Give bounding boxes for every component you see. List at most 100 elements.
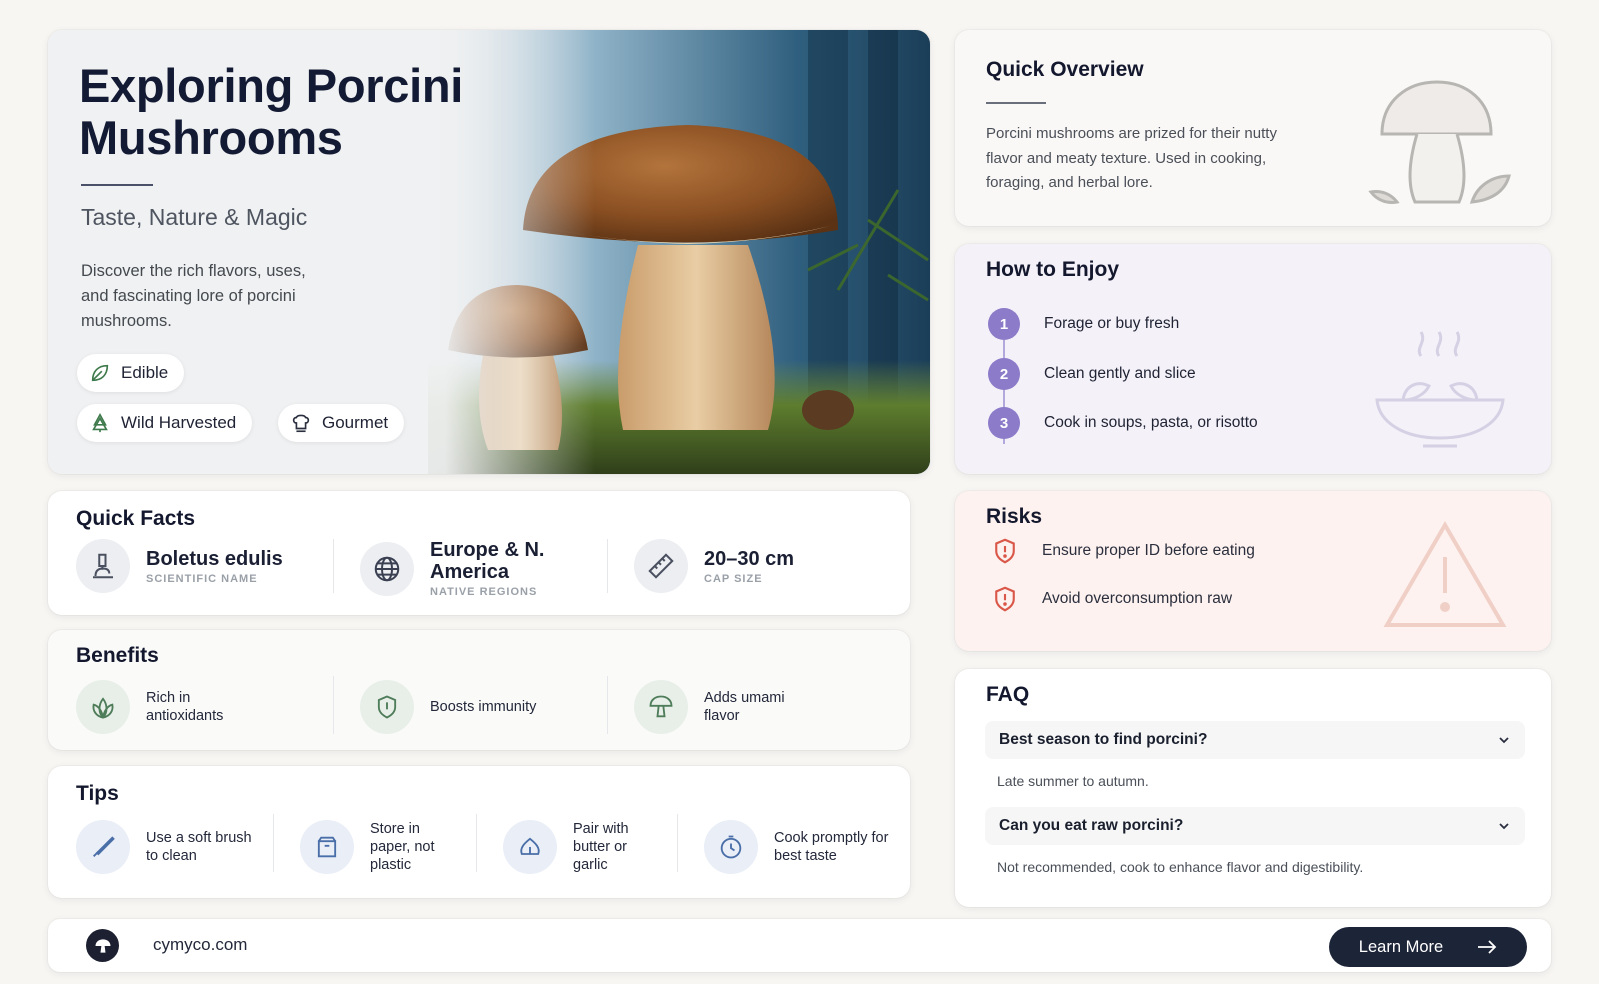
how-to-enjoy-card: How to Enjoy 1 Forage or buy fresh 2 Cle… — [955, 244, 1551, 474]
how-to-enjoy-title: How to Enjoy — [986, 258, 1119, 281]
tip-item: Cook promptly for best taste — [704, 820, 904, 874]
faq-answer: Late summer to autumn. — [997, 773, 1149, 789]
tips-card: Tips Use a soft brush to clean Store in … — [48, 766, 910, 898]
tip-label: Store in paper, not plastic — [370, 821, 435, 873]
benefits-title: Benefits — [76, 644, 159, 667]
risk-label: Avoid overconsumption raw — [1042, 590, 1233, 607]
step-label: Clean gently and slice — [1044, 365, 1196, 382]
quick-overview-card: Quick Overview Porcini mushrooms are pri… — [955, 30, 1551, 226]
fact-native-regions: Europe & N. America NATIVE REGIONS — [360, 539, 560, 598]
step-item: 2 Clean gently and slice — [988, 358, 1196, 390]
warning-shield-icon — [995, 586, 1015, 612]
tip-label: Cook promptly for best taste — [774, 830, 889, 864]
tag-label: Edible — [121, 363, 169, 382]
leaves-icon — [92, 697, 114, 719]
risks-card: Risks Ensure proper ID before eating Avo… — [955, 491, 1551, 651]
divider — [333, 676, 334, 734]
benefit-label: Adds umami flavor — [704, 690, 785, 724]
risk-item: Ensure proper ID before eating — [990, 536, 1255, 566]
faq-question-label: Best season to find porcini? — [999, 731, 1208, 748]
fact-label: NATIVE REGIONS — [430, 586, 538, 598]
quick-overview-title: Quick Overview — [986, 58, 1144, 81]
faq-question-raw[interactable]: Can you eat raw porcini? — [985, 807, 1525, 845]
garlic-icon — [520, 837, 540, 855]
step-number: 2 — [988, 358, 1020, 390]
fact-cap-size: 20–30 cm CAP SIZE — [634, 539, 794, 593]
microscope-icon — [93, 553, 113, 579]
leaf-icon — [91, 364, 109, 382]
benefit-item: Rich in antioxidants — [76, 680, 266, 734]
shield-icon — [377, 695, 397, 719]
page-title: Exploring Porcini Mushrooms — [79, 59, 464, 164]
step-label: Forage or buy fresh — [1044, 315, 1180, 332]
step-item: 1 Forage or buy fresh — [988, 308, 1179, 340]
faq-answer: Not recommended, cook to enhance flavor … — [997, 859, 1364, 875]
learn-more-button[interactable]: Learn More — [1329, 927, 1527, 967]
risks-title: Risks — [986, 505, 1043, 528]
chevron-down-icon — [1499, 737, 1509, 744]
benefit-label: Rich in antioxidants — [146, 690, 224, 724]
warning-triangle-icon — [1383, 521, 1507, 627]
fact-value: Boletus edulis — [146, 547, 283, 570]
tag-wild-harvested[interactable]: Wild Harvested — [77, 404, 253, 442]
footer-bar: cymyco.com Learn More — [48, 919, 1551, 972]
fact-scientific-name: Boletus edulis SCIENTIFIC NAME — [76, 539, 283, 593]
site-logo[interactable] — [86, 929, 119, 962]
faq-question-season[interactable]: Best season to find porcini? — [985, 721, 1525, 759]
step-number: 1 — [988, 308, 1020, 340]
step-item: 3 Cook in soups, pasta, or risotto — [988, 407, 1258, 439]
risk-label: Ensure proper ID before eating — [1042, 542, 1255, 559]
faq-title: FAQ — [986, 683, 1030, 706]
mushroom-icon — [1368, 80, 1511, 204]
arrow-right-icon — [1478, 940, 1497, 954]
paper-bag-icon — [317, 836, 337, 858]
tip-item: Use a soft brush to clean — [76, 820, 266, 874]
tag-gourmet[interactable]: Gourmet — [278, 404, 405, 442]
tag-label: Wild Harvested — [121, 413, 237, 432]
soup-bowl-icon — [1375, 331, 1505, 448]
hero-description: Discover the rich flavors, uses, and fas… — [81, 262, 306, 330]
step-number: 3 — [988, 407, 1020, 439]
fact-value: Europe & N. America — [430, 539, 545, 583]
tips-title: Tips — [76, 782, 119, 805]
overview-text: Porcini mushrooms are prized for their n… — [986, 125, 1277, 191]
benefits-card: Benefits Rich in antioxidants Boosts imm… — [48, 630, 910, 750]
warning-shield-icon — [995, 538, 1015, 564]
faq-card: FAQ Best season to find porcini? Late su… — [955, 669, 1551, 907]
divider — [333, 539, 334, 593]
mushroom-icon — [649, 695, 673, 718]
divider — [607, 539, 608, 593]
tip-label: Pair with butter or garlic — [573, 821, 629, 873]
divider — [273, 814, 274, 872]
tip-item: Store in paper, not plastic — [300, 820, 460, 874]
tip-label: Use a soft brush to clean — [146, 830, 252, 864]
brush-icon — [93, 836, 115, 857]
site-link[interactable]: cymyco.com — [153, 935, 247, 955]
chef-hat-icon — [292, 414, 310, 433]
learn-more-label: Learn More — [1358, 937, 1444, 956]
fact-label: CAP SIZE — [704, 572, 763, 585]
benefit-item: Boosts immunity — [360, 680, 550, 734]
hero-card: Exploring Porcini Mushrooms Taste, Natur… — [48, 30, 930, 474]
chevron-down-icon — [1499, 823, 1509, 830]
risk-item: Avoid overconsumption raw — [990, 584, 1232, 614]
tag-edible[interactable]: Edible — [77, 354, 185, 392]
tag-label: Gourmet — [322, 413, 389, 432]
title-divider — [81, 184, 153, 186]
benefit-label: Boosts immunity — [430, 699, 537, 715]
tree-icon — [92, 413, 108, 433]
mushroom-logo-icon — [95, 938, 110, 953]
quick-facts-card: Quick Facts Boletus edulis SCIENTIFIC NA… — [48, 491, 910, 615]
faq-question-label: Can you eat raw porcini? — [999, 817, 1184, 834]
ruler-icon — [648, 553, 674, 579]
divider — [677, 814, 678, 872]
divider — [476, 814, 477, 872]
hero-subtitle: Taste, Nature & Magic — [81, 204, 308, 230]
timer-icon — [720, 835, 742, 859]
tip-item: Pair with butter or garlic — [503, 820, 663, 874]
fact-label: SCIENTIFIC NAME — [146, 572, 258, 585]
divider — [607, 676, 608, 734]
overview-divider — [986, 102, 1046, 104]
globe-icon — [374, 556, 400, 581]
fact-value: 20–30 cm — [704, 547, 795, 570]
